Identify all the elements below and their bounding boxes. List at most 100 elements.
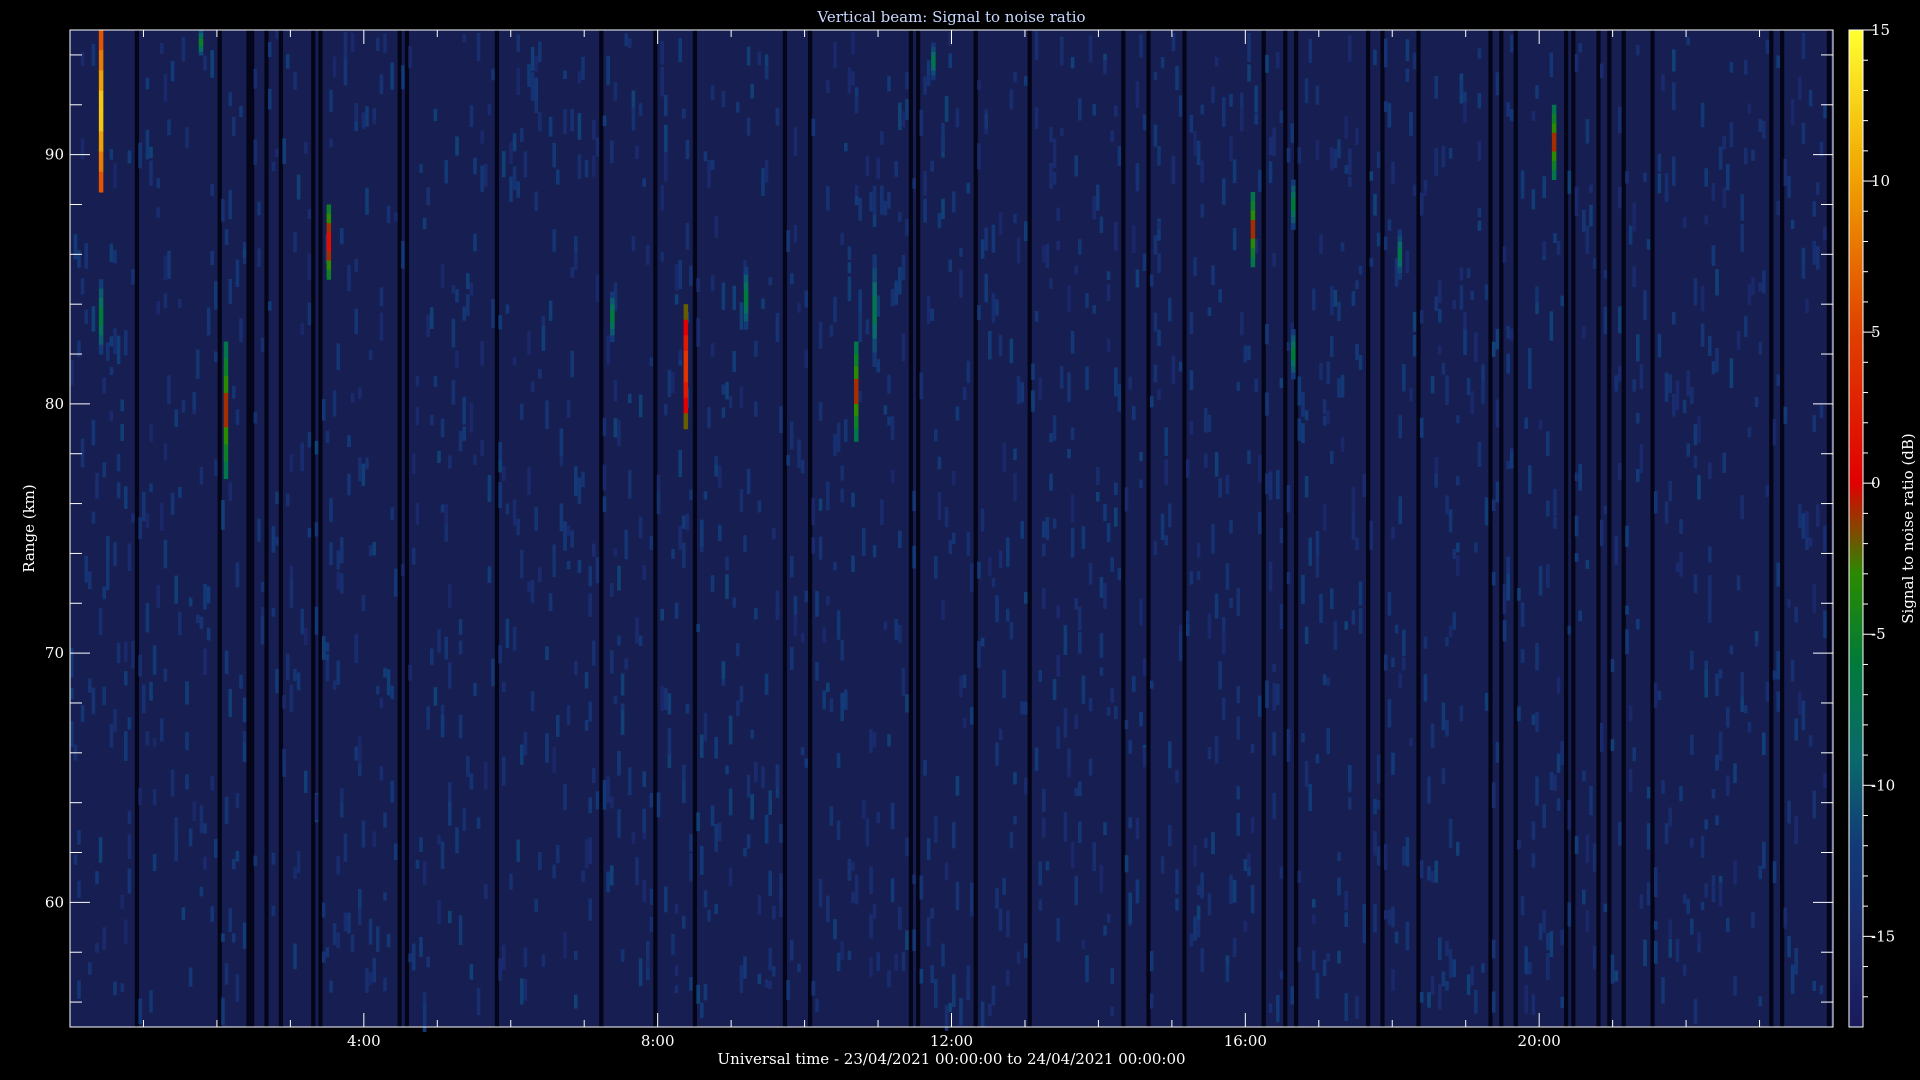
- heatmap-cell: [1758, 996, 1762, 1007]
- heatmap-cell: [1657, 173, 1662, 194]
- heatmap-cell: [1589, 785, 1593, 816]
- heatmap-cell: [1265, 54, 1269, 73]
- heatmap-cell: [178, 298, 182, 309]
- heatmap-cell: [779, 823, 783, 843]
- heatmap-cell: [80, 438, 85, 468]
- heatmap-cell: [883, 200, 888, 216]
- heatmap-cell: [685, 513, 690, 531]
- heatmap-cell: [1153, 235, 1158, 255]
- heatmap-cell: [314, 794, 319, 820]
- echo-segment: [683, 319, 689, 336]
- heatmap-cell: [1412, 184, 1417, 197]
- heatmap-cell: [206, 586, 211, 604]
- heatmap-cell: [1024, 221, 1028, 242]
- heatmap-cell: [880, 499, 884, 526]
- heatmap-cell: [1312, 898, 1316, 908]
- heatmap-cell: [844, 689, 848, 710]
- heatmap-cell: [1582, 770, 1586, 782]
- heatmap-cell: [1708, 546, 1712, 563]
- heatmap-cell: [923, 170, 927, 196]
- heatmap-cell: [628, 393, 632, 404]
- heatmap-cell: [566, 525, 571, 536]
- heatmap-cell: [390, 780, 394, 803]
- heatmap-cell: [1092, 842, 1096, 872]
- heatmap-cell: [779, 406, 783, 434]
- heatmap-cell: [847, 262, 852, 274]
- heatmap-cell: [858, 312, 862, 343]
- heatmap-cell: [480, 130, 484, 144]
- heatmap-cell: [347, 435, 351, 448]
- heatmap-cell: [1056, 207, 1060, 221]
- heatmap-cell: [1258, 511, 1262, 535]
- heatmap-cell: [120, 983, 124, 992]
- heatmap-cell: [1042, 817, 1046, 838]
- heatmap-cell: [1070, 56, 1075, 69]
- heatmap-cell: [340, 799, 344, 818]
- heatmap-cell: [1088, 697, 1093, 712]
- heatmap-cell: [239, 674, 243, 689]
- heatmap-cell: [1243, 345, 1248, 363]
- heatmap-cell: [988, 330, 992, 360]
- heatmap-cell: [1560, 295, 1564, 307]
- heatmap-cell: [934, 816, 938, 843]
- heatmap-cell: [322, 951, 326, 963]
- heatmap-cell: [235, 409, 240, 426]
- heatmap-cell: [966, 531, 970, 556]
- heatmap-cell: [1301, 391, 1305, 417]
- heatmap-cell: [674, 965, 679, 977]
- heatmap-cell: [1423, 636, 1428, 649]
- heatmap-cell: [1549, 311, 1554, 341]
- heatmap-cell: [520, 978, 524, 1005]
- heatmap-cell: [1420, 417, 1424, 438]
- heatmap-cell: [1232, 937, 1237, 958]
- heatmap-cell: [437, 629, 441, 653]
- heatmap-cell: [1578, 463, 1582, 491]
- heatmap-cell: [440, 263, 445, 289]
- heatmap-cell: [1600, 722, 1604, 752]
- heatmap-cell: [1618, 821, 1622, 846]
- heatmap-cell: [1744, 148, 1748, 165]
- heatmap-cell: [685, 140, 690, 160]
- heatmap-cell: [102, 462, 106, 478]
- heatmap-cell: [851, 892, 855, 903]
- heatmap-cell: [307, 431, 312, 448]
- heatmap-cell: [1560, 929, 1564, 946]
- heatmap-cell: [638, 516, 643, 539]
- heatmap-cell: [530, 46, 535, 71]
- heatmap-cell: [275, 491, 279, 505]
- heatmap-cell: [102, 927, 106, 951]
- echo-segment: [743, 305, 749, 315]
- heatmap-gap-column: [1182, 30, 1187, 1027]
- echo-segment: [1551, 114, 1557, 124]
- heatmap-cell: [826, 186, 830, 211]
- heatmap-cell: [530, 381, 535, 392]
- heatmap-cell: [1823, 103, 1827, 119]
- heatmap-cell: [1441, 145, 1446, 168]
- heatmap-cell: [1711, 884, 1716, 896]
- heatmap-cell: [257, 518, 261, 542]
- heatmap-cell: [174, 409, 178, 428]
- echo-segment: [1397, 248, 1403, 255]
- heatmap-cell: [1340, 374, 1345, 398]
- heatmap-cell: [746, 46, 751, 66]
- heatmap-cell: [1438, 308, 1442, 323]
- echo-segment: [931, 42, 936, 48]
- heatmap-cell: [865, 155, 870, 177]
- heatmap-cell: [1006, 969, 1010, 986]
- echo-segment: [610, 304, 615, 311]
- heatmap-cell: [1186, 459, 1190, 478]
- heatmap-cell: [433, 687, 438, 706]
- heatmap-cell: [1150, 396, 1154, 408]
- heatmap-cell: [926, 295, 931, 325]
- heatmap-cell: [1740, 671, 1744, 697]
- heatmap-cell: [998, 334, 1003, 357]
- heatmap-cell: [682, 542, 686, 569]
- heatmap-cell: [131, 513, 135, 523]
- heatmap-cell: [1286, 342, 1291, 351]
- heatmap-cell: [1236, 716, 1240, 740]
- heatmap-cell: [1690, 734, 1694, 755]
- heatmap-cell: [1700, 835, 1705, 858]
- heatmap-cell: [1762, 841, 1766, 869]
- heatmap-cell: [1384, 843, 1388, 870]
- heatmap-cell: [1056, 240, 1060, 251]
